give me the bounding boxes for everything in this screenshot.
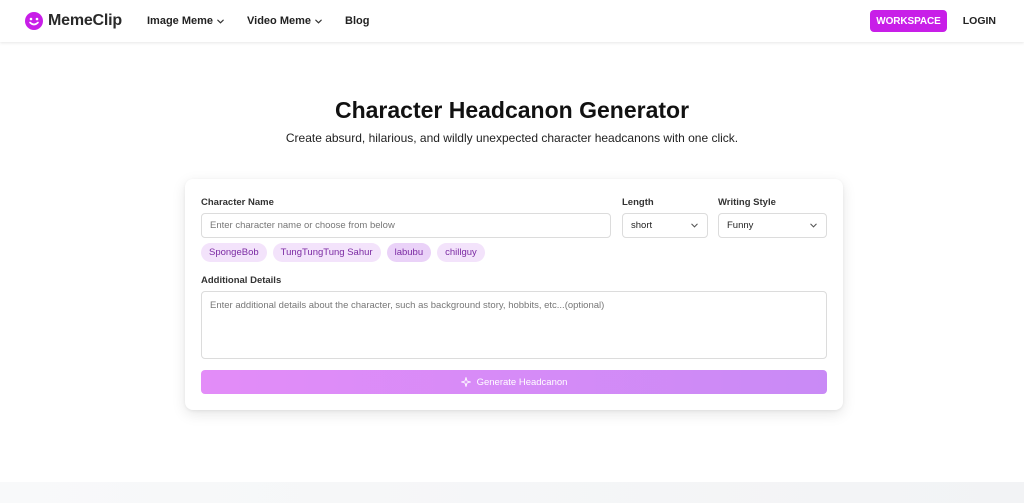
chevron-down-icon [217,19,224,24]
sparkle-icon [460,377,471,387]
chevron-down-icon [810,223,817,228]
character-name-input[interactable] [201,213,611,238]
nav-image-meme-label: Image Meme [146,15,214,27]
nav-blog[interactable]: Blog [345,15,369,27]
chevron-down-icon [691,223,698,228]
login-link[interactable]: LOGIN [963,15,996,27]
page-title: Character Headcanon Generator [334,97,690,123]
length-select-value: short [631,220,653,231]
nav-image-meme[interactable]: Image Meme [147,15,225,27]
nav-video-meme-label: Video Meme [247,15,312,27]
length-label: Length [622,197,654,208]
nav-video-meme[interactable]: Video Meme [247,15,323,27]
writing-style-select-value: Funny [727,220,754,231]
additional-details-textarea[interactable] [201,291,827,359]
writing-style-select[interactable]: Funny [718,213,827,238]
suggestion-chip-labubu[interactable]: labubu [386,243,432,262]
chevron-down-icon [315,19,322,24]
generator-form-card: Character Name Length short Writing Styl… [185,179,843,410]
character-name-label: Character Name [201,197,274,208]
suggestion-chip-tungtungtung-sahur[interactable]: TungTungTung Sahur [272,243,381,262]
suggestion-chip-chillguy[interactable]: chillguy [437,243,485,262]
smiley-face-icon [25,12,43,30]
length-select[interactable]: short [622,213,708,238]
top-navbar: MemeClip Image Meme Video Meme Blog WORK… [0,0,1024,42]
footer-band [0,482,1024,503]
page-subtitle: Create absurd, hilarious, and wildly une… [285,131,739,145]
nav-blog-label: Blog [345,15,370,27]
suggestion-chip-spongebob[interactable]: SpongeBob [201,243,267,262]
character-suggestions: SpongeBob TungTungTung Sahur labubu chil… [201,243,485,262]
additional-details-label: Additional Details [201,275,282,286]
main-nav: Image Meme Video Meme Blog [147,15,369,27]
brand-name: MemeClip [48,12,122,29]
generate-headcanon-label: Generate Headcanon [476,376,568,388]
brand-logo[interactable]: MemeClip [24,11,122,31]
header-actions: WORKSPACE LOGIN [870,10,996,32]
workspace-button[interactable]: WORKSPACE [870,10,947,32]
writing-style-label: Writing Style [718,197,776,208]
generate-headcanon-button[interactable]: Generate Headcanon [201,370,827,394]
